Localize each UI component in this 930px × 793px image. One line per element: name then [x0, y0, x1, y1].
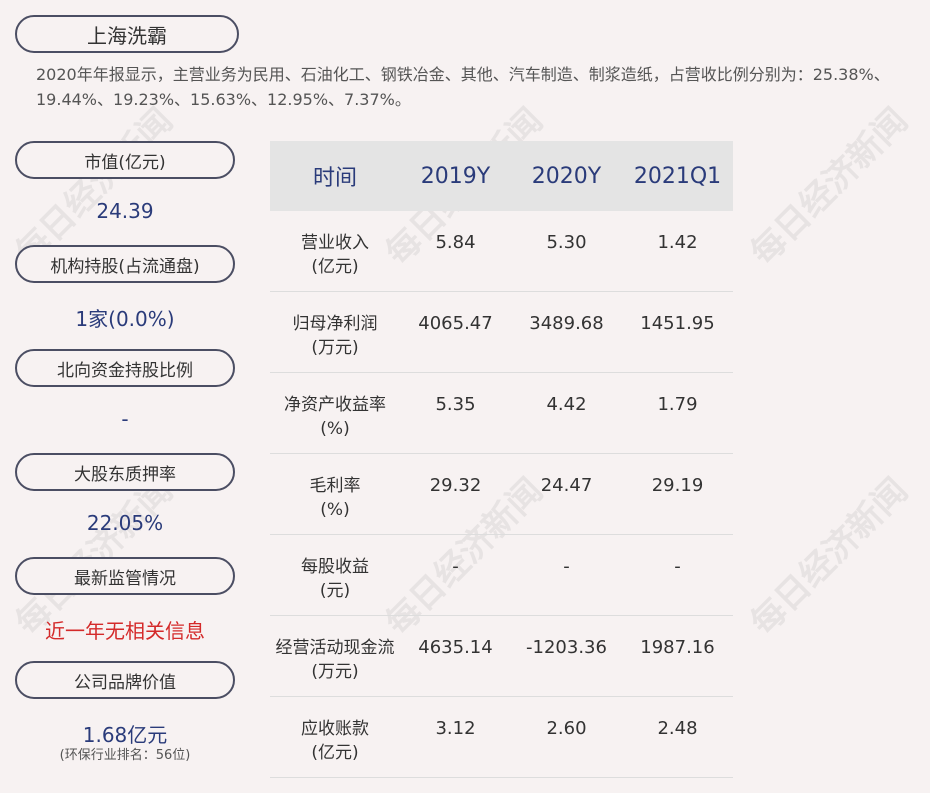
row-label-name: 经营活动现金流: [275, 638, 395, 658]
row-label-name: 应收账款: [301, 719, 369, 739]
table-cell: -: [452, 556, 459, 577]
table-cell: 2.60: [546, 718, 587, 739]
row-label: 应收账款 (亿元): [270, 717, 400, 765]
row-label: 每股收益 (元): [270, 555, 400, 603]
row-label: 净资产收益率 (%): [270, 393, 400, 441]
row-label-name: 毛利率: [309, 476, 361, 496]
row-label: 经营活动现金流 (万元): [270, 636, 400, 684]
header-time: 时间: [312, 166, 357, 191]
row-label-unit: (元): [319, 581, 351, 601]
table-cell: 3489.68: [529, 313, 604, 334]
table-cell: 2.48: [657, 718, 698, 739]
table-row: 净资产收益率 (%) 5.35 4.42 1.79: [270, 373, 733, 454]
table-cell: 29.32: [429, 475, 482, 496]
table-cell: 1987.16: [640, 637, 715, 658]
table-cell: 3.12: [435, 718, 476, 739]
row-label-unit: (亿元): [311, 257, 359, 277]
table-cell: 4635.14: [418, 637, 493, 658]
header-2019y: 2019Y: [420, 163, 491, 189]
table-row: 应收账款 (亿元) 3.12 2.60 2.48: [270, 697, 733, 778]
row-label-unit: (%): [320, 500, 350, 520]
row-label: 营业收入 (亿元): [270, 231, 400, 279]
table-cell: 24.47: [540, 475, 593, 496]
northbound-holding-value: -: [121, 407, 129, 431]
row-label-name: 归母净利润: [292, 314, 378, 334]
row-label: 归母净利润 (万元): [270, 312, 400, 360]
header-2020y: 2020Y: [531, 163, 602, 189]
market-cap-value: 24.39: [96, 199, 154, 223]
table-cell: 1.42: [657, 232, 698, 253]
table-row: 每股收益 (元) - - -: [270, 535, 733, 616]
watermark: 每日经济新闻: [743, 470, 916, 644]
institution-holding-value: 1家(0.0%): [75, 307, 175, 331]
watermark: 每日经济新闻: [743, 100, 916, 274]
table-cell: -1203.36: [526, 637, 607, 658]
row-label-unit: (万元): [311, 338, 359, 358]
row-label-unit: (万元): [311, 662, 359, 682]
brand-value-label: 公司品牌价值: [15, 661, 235, 699]
row-label-unit: (亿元): [311, 743, 359, 763]
brand-rank-note: (环保行业排名：56位): [59, 748, 191, 763]
table-body: 营业收入 (亿元) 5.84 5.30 1.42 归母净利润 (万元) 4065.47 3489…: [270, 211, 733, 778]
northbound-holding-label: 北向资金持股比例: [15, 349, 235, 387]
pledge-rate-label: 大股东质押率: [15, 453, 235, 491]
table-row: 毛利率 (%) 29.32 24.47 29.19: [270, 454, 733, 535]
table-cell: 1.79: [657, 394, 698, 415]
regulation-value: 近一年无相关信息: [45, 619, 205, 643]
table-header: 时间 2019Y 2020Y 2021Q1: [270, 141, 733, 211]
table-row: 经营活动现金流 (万元) 4635.14 -1203.36 1987.16: [270, 616, 733, 697]
company-name: 上海洗霸: [15, 15, 239, 53]
row-label: 毛利率 (%): [270, 474, 400, 522]
table-cell: 4065.47: [418, 313, 493, 334]
table-row: 营业收入 (亿元) 5.84 5.30 1.42: [270, 211, 733, 292]
row-label-name: 每股收益: [301, 557, 369, 577]
pledge-rate-value: 22.05%: [86, 511, 164, 535]
row-label-name: 营业收入: [301, 233, 369, 253]
header-2021q1: 2021Q1: [633, 163, 722, 189]
institution-holding-label: 机构持股(占流通盘): [15, 245, 235, 283]
table-cell: -: [674, 556, 681, 577]
regulation-label: 最新监管情况: [15, 557, 235, 595]
row-label-unit: (%): [320, 419, 350, 439]
table-cell: 5.30: [546, 232, 587, 253]
table-cell: 4.42: [546, 394, 587, 415]
table-cell: 5.84: [435, 232, 476, 253]
financial-table: 时间 2019Y 2020Y 2021Q1 营业收入 (亿元) 5.84 5.30 1.…: [270, 141, 733, 778]
table-cell: -: [563, 556, 570, 577]
business-summary: 2020年年报显示，主营业务为民用、石油化工、钢铁冶金、其他、汽车制造、制浆造纸…: [36, 65, 890, 109]
market-cap-label: 市值(亿元): [15, 141, 235, 179]
table-cell: 5.35: [435, 394, 476, 415]
row-label-name: 净资产收益率: [284, 395, 386, 415]
table-row: 归母净利润 (万元) 4065.47 3489.68 1451.95: [270, 292, 733, 373]
table-cell: 29.19: [651, 475, 704, 496]
table-cell: 1451.95: [640, 313, 715, 334]
